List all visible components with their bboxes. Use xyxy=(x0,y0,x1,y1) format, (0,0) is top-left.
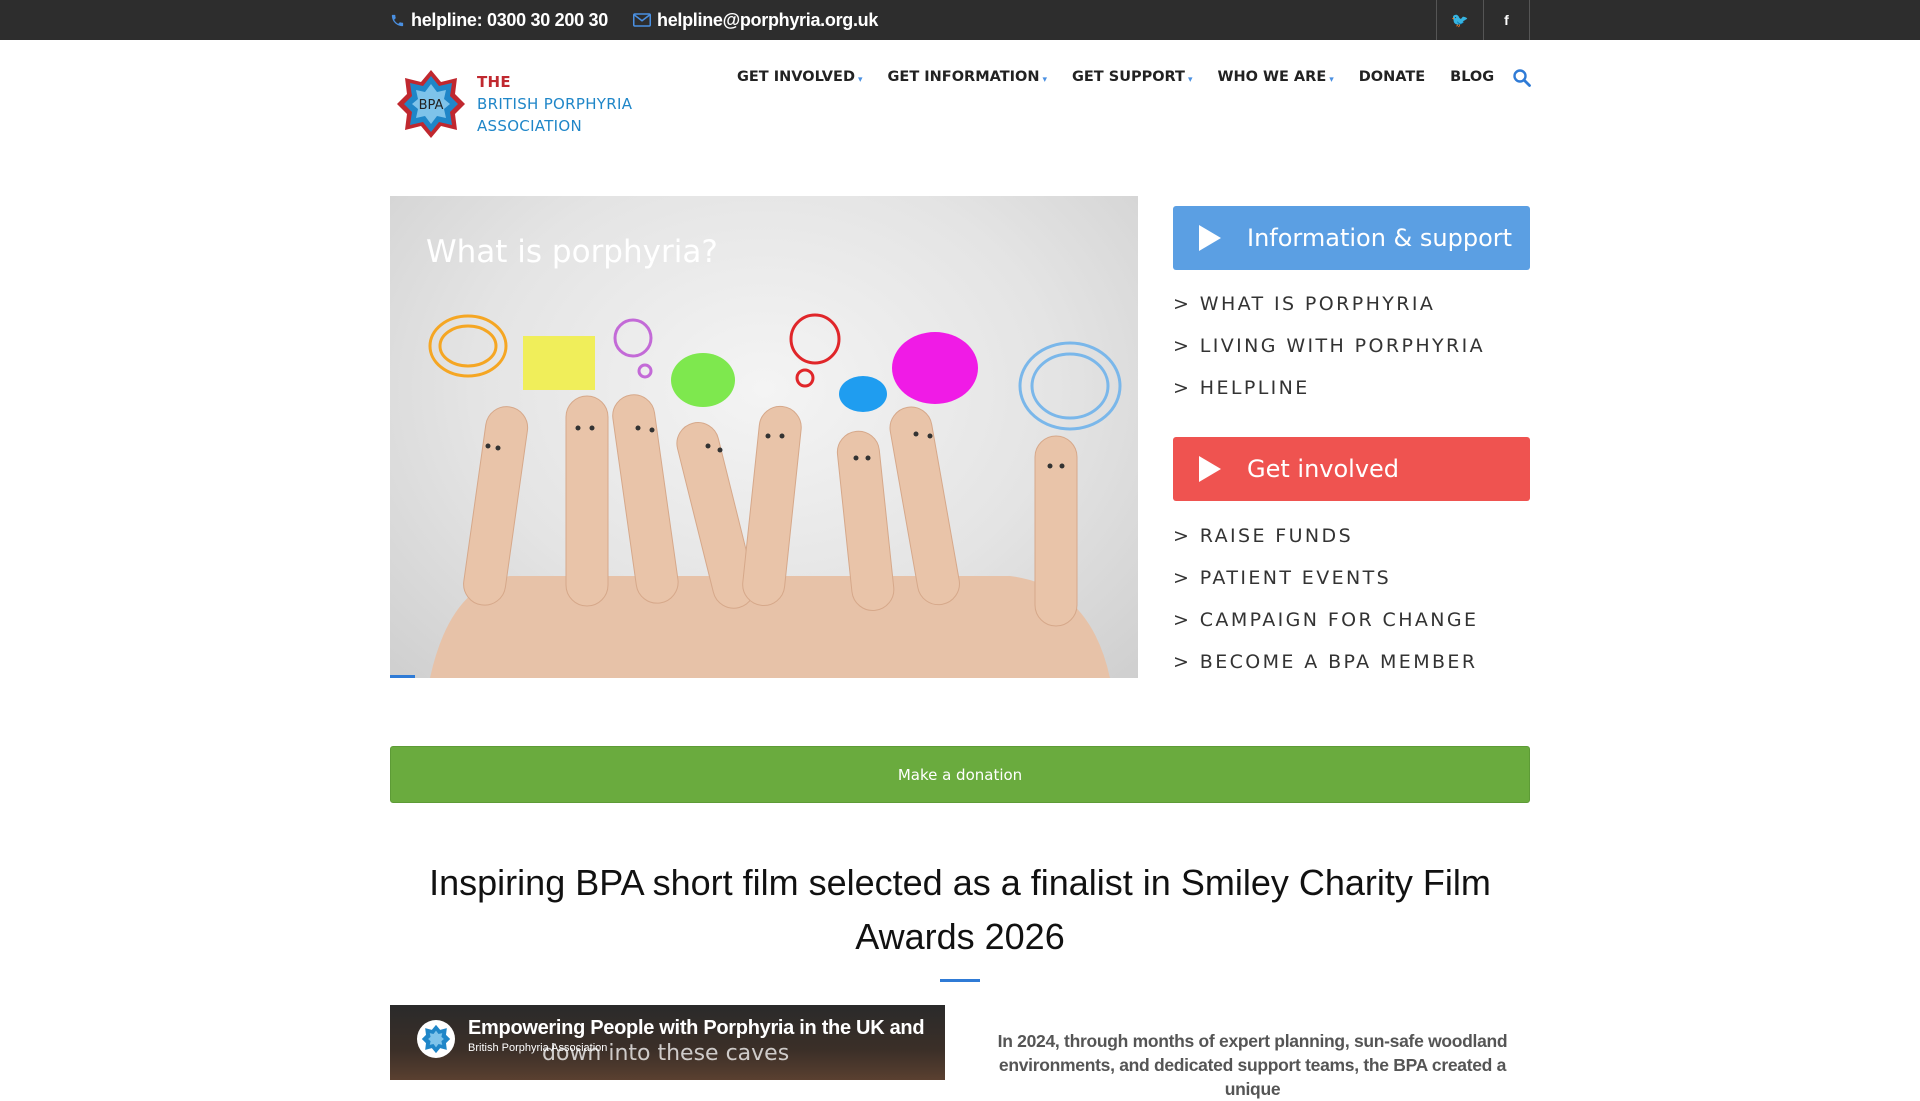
hero-slider[interactable]: What is porphyria? xyxy=(390,196,1138,678)
link-helpline[interactable]: > HELPLINE xyxy=(1173,377,1310,399)
site-logo[interactable]: BPA THE BRITISH PORPHYRIA ASSOCIATION xyxy=(390,63,670,145)
nav-who-we-are[interactable]: WHO WE ARE ▾ xyxy=(1217,69,1333,85)
nav-label: GET INFORMATION xyxy=(887,69,1040,85)
link-raise-funds[interactable]: > RAISE FUNDS xyxy=(1173,525,1353,547)
chevron-down-icon: ▾ xyxy=(1187,74,1193,85)
play-icon xyxy=(1199,225,1221,251)
search-icon[interactable] xyxy=(1512,68,1532,88)
bpa-emblem-text: BPA xyxy=(419,98,444,113)
get-involved-panel[interactable]: Get involved xyxy=(1173,437,1530,501)
article-excerpt: In 2024, through months of expert planni… xyxy=(997,1031,1508,1099)
helpline-phone-text: helpline: 0300 30 200 30 xyxy=(411,9,608,30)
play-icon xyxy=(1199,456,1221,482)
helpline-phone-link[interactable]: helpline: 0300 30 200 30 xyxy=(390,0,608,40)
nav-donate[interactable]: DONATE xyxy=(1359,69,1425,85)
headline-divider xyxy=(940,979,980,982)
nav-get-involved[interactable]: GET INVOLVED ▾ xyxy=(737,69,863,85)
link-living-with-porphyria[interactable]: > LIVING WITH PORPHYRIA xyxy=(1173,335,1485,357)
hero-caption: What is porphyria? xyxy=(426,234,718,270)
envelope-icon xyxy=(633,13,651,27)
nav-label: WHO WE ARE xyxy=(1217,69,1327,85)
panel-title: Get involved xyxy=(1247,455,1400,483)
main-nav: GET INVOLVED ▾ GET INFORMATION ▾ GET SUPPO… xyxy=(737,66,1519,88)
information-support-panel[interactable]: Information & support xyxy=(1173,206,1530,270)
video-channel-name[interactable]: British Porphyria Association xyxy=(468,1042,607,1054)
phone-icon xyxy=(391,14,404,26)
nav-get-support[interactable]: GET SUPPORT ▾ xyxy=(1072,69,1192,85)
chevron-down-icon: ▾ xyxy=(857,74,863,85)
video-embed[interactable]: down into these caves Empowering People … xyxy=(390,1005,945,1080)
link-what-is-porphyria[interactable]: > WHAT IS PORPHYRIA xyxy=(1173,293,1435,315)
nav-get-information[interactable]: GET INFORMATION ▾ xyxy=(888,69,1047,85)
channel-avatar[interactable] xyxy=(417,1020,455,1058)
logo-line-1: THE xyxy=(477,73,511,91)
logo-line-3: ASSOCIATION xyxy=(477,117,583,135)
article-headline[interactable]: Inspiring BPA short film selected as a f… xyxy=(390,856,1530,964)
nav-label: GET SUPPORT xyxy=(1072,69,1185,85)
nav-label: BLOG xyxy=(1450,69,1495,85)
bpa-emblem-icon xyxy=(421,1024,451,1054)
video-title[interactable]: Empowering People with Porphyria in the … xyxy=(468,1017,925,1040)
link-become-a-bpa-member[interactable]: > BECOME A BPA MEMBER xyxy=(1173,651,1477,673)
nav-label: DONATE xyxy=(1358,69,1426,85)
slider-indicator[interactable] xyxy=(390,675,415,678)
social-links: 🐦 f xyxy=(1436,0,1530,40)
top-bar: helpline: 0300 30 200 30 helpline@porphy… xyxy=(0,0,1920,40)
logo-line-2: BRITISH PORPHYRIA xyxy=(477,95,633,113)
link-campaign-for-change[interactable]: > CAMPAIGN FOR CHANGE xyxy=(1173,609,1478,631)
link-patient-events[interactable]: > PATIENT EVENTS xyxy=(1173,567,1391,589)
chevron-down-icon: ▾ xyxy=(1042,74,1047,85)
facebook-icon[interactable]: f xyxy=(1483,0,1530,40)
panel-title: Information & support xyxy=(1247,224,1513,252)
nav-label: GET INVOLVED xyxy=(737,69,855,85)
nav-blog[interactable]: BLOG xyxy=(1450,69,1494,85)
bpa-emblem-icon: BPA xyxy=(397,70,465,138)
chevron-down-icon: ▾ xyxy=(1329,74,1334,85)
logo-text: THE BRITISH PORPHYRIA ASSOCIATION xyxy=(477,71,632,137)
make-donation-button[interactable]: Make a donation xyxy=(390,746,1530,803)
helpline-email-text: helpline@porphyria.org.uk xyxy=(657,9,879,30)
twitter-icon[interactable]: 🐦 xyxy=(1436,0,1483,40)
helpline-email-link[interactable]: helpline@porphyria.org.uk xyxy=(633,0,878,40)
